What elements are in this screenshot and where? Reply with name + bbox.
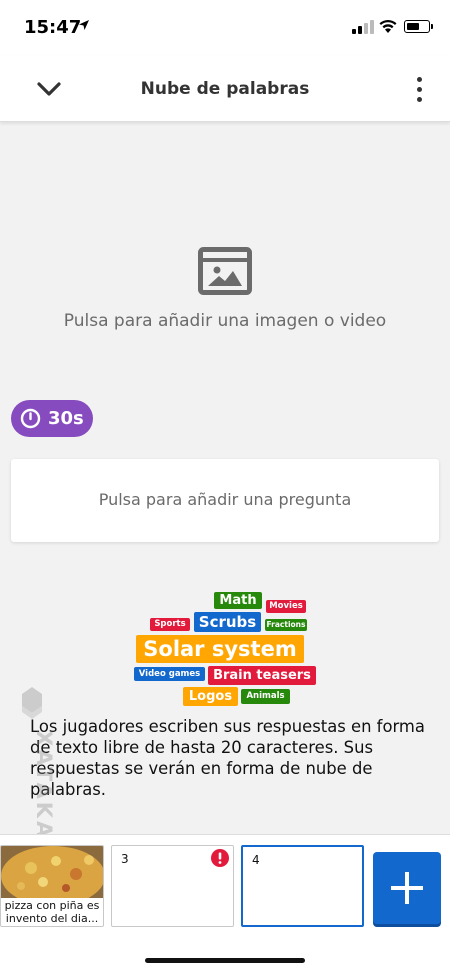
word-tag: Video games bbox=[134, 667, 205, 681]
slide-thumbnail[interactable]: pizza con piña es invento del dia... bbox=[0, 845, 104, 927]
status-time: 15:47 bbox=[24, 17, 82, 38]
word-tag: Fractions bbox=[265, 619, 307, 631]
slide-number: 4 bbox=[252, 853, 260, 867]
word-tag: Brain teasers bbox=[208, 666, 316, 685]
add-slide-button[interactable] bbox=[373, 852, 441, 924]
question-type-description: Los jugadores escriben sus respuestas en… bbox=[30, 717, 425, 799]
pizza-thumbnail-image bbox=[1, 846, 103, 906]
word-tag: Animals bbox=[241, 689, 290, 704]
question-placeholder: Pulsa para añadir una pregunta bbox=[98, 490, 352, 509]
status-bar: 15:47 bbox=[0, 0, 450, 56]
xataka-logo-icon bbox=[20, 686, 44, 720]
slide-caption: pizza con piña es invento del dia... bbox=[4, 899, 100, 925]
word-tag: Logos bbox=[183, 687, 238, 706]
slide-thumbnail[interactable]: 3 bbox=[111, 845, 234, 927]
question-input[interactable]: Pulsa para añadir una pregunta bbox=[11, 459, 439, 542]
slide-number: 3 bbox=[121, 852, 129, 866]
clock-icon bbox=[20, 408, 41, 429]
image-icon bbox=[198, 247, 252, 295]
battery-icon bbox=[404, 20, 433, 33]
home-indicator[interactable] bbox=[145, 958, 305, 963]
warning-icon bbox=[211, 849, 229, 867]
signal-icon bbox=[352, 20, 374, 34]
slide-strip: pizza con piña es invento del dia... 3 4 bbox=[0, 834, 450, 974]
word-tag: Scrubs bbox=[194, 612, 261, 632]
word-tag: Sports bbox=[150, 618, 190, 631]
more-vertical-icon[interactable] bbox=[410, 74, 430, 104]
slide-thumbnail-selected[interactable]: 4 bbox=[241, 845, 364, 927]
timer-button[interactable]: 30s bbox=[11, 400, 93, 437]
word-tag: Movies bbox=[266, 600, 306, 613]
timer-value: 30s bbox=[48, 408, 84, 429]
top-app-bar: Nube de palabras bbox=[0, 56, 450, 122]
word-tag: Math bbox=[214, 592, 262, 609]
word-cloud-illustration: Math Movies Sports Scrubs Fractions Sola… bbox=[0, 586, 450, 712]
wifi-icon bbox=[378, 18, 398, 34]
plus-icon bbox=[391, 872, 423, 904]
word-tag: Solar system bbox=[136, 635, 304, 663]
add-media-label: Pulsa para añadir una imagen o video bbox=[63, 311, 387, 331]
location-arrow-icon bbox=[78, 19, 90, 35]
page-title: Nube de palabras bbox=[140, 79, 310, 99]
